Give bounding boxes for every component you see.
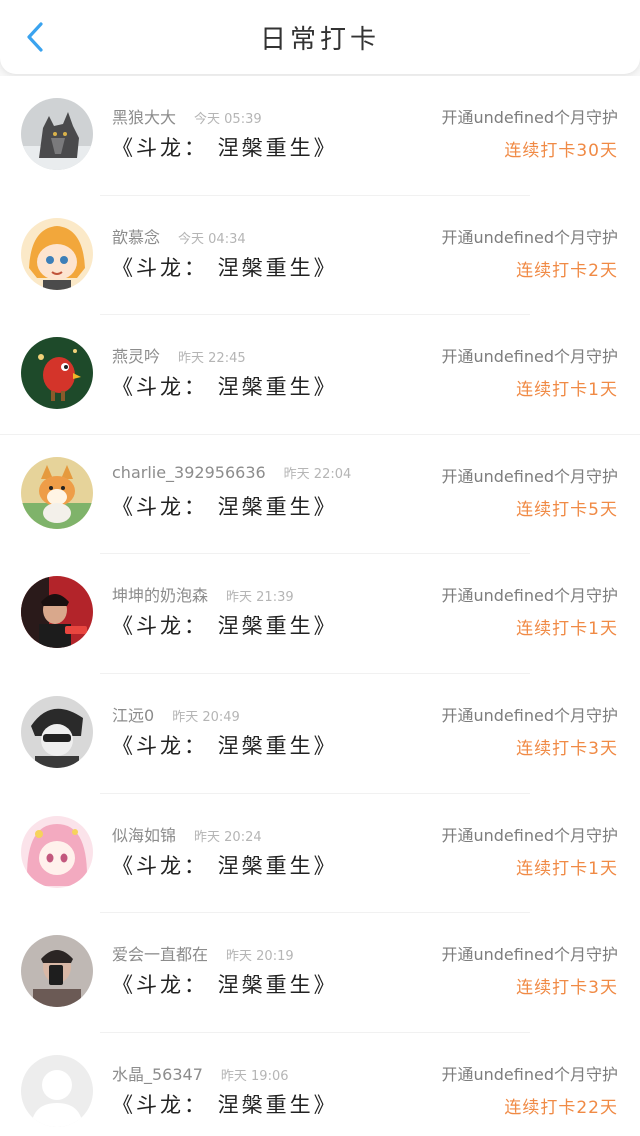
checkin-time: 今天 04:34 <box>178 231 246 247</box>
user-info: 江远0 昨天 20:49 <box>112 702 240 726</box>
checkin-time: 昨天 20:49 <box>172 709 240 725</box>
checkin-time: 昨天 22:04 <box>283 466 352 482</box>
user-info: 坤坤的奶泡森 昨天 21:39 <box>112 582 294 606</box>
streak-count: 连续打卡2天 <box>516 260 618 281</box>
streak-count: 连续打卡1天 <box>516 380 618 401</box>
checkin-time: 昨天 20:19 <box>226 949 294 965</box>
list-item[interactable]: 燕灵吟 昨天 22:45 《斗龙： 涅槃重生》 开通undefined个月守护 连… <box>0 315 640 435</box>
default-user-avatar[interactable] <box>21 1054 93 1127</box>
book-title[interactable]: 《斗龙： 涅槃重生》 <box>112 491 338 521</box>
username[interactable]: 似海如锦 <box>112 826 176 845</box>
user-info: 水晶_56347 昨天 19:06 <box>112 1061 289 1085</box>
book-title[interactable]: 《斗龙： 涅槃重生》 <box>112 252 338 282</box>
username[interactable]: 坤坤的奶泡森 <box>112 586 208 605</box>
checkin-time: 昨天 22:45 <box>178 351 246 367</box>
user-info: 歆慕念 今天 04:34 <box>112 224 246 248</box>
guard-info: 开通undefined个月守护 <box>441 227 618 247</box>
streak-count: 连续打卡3天 <box>516 738 618 759</box>
list-item[interactable]: 江远0 昨天 20:49 《斗龙： 涅槃重生》 开通undefined个月守护 连… <box>0 673 640 794</box>
red-poster-avatar[interactable] <box>21 576 93 649</box>
list-item[interactable]: 歆慕念 今天 04:34 《斗龙： 涅槃重生》 开通undefined个月守护 连… <box>0 195 640 316</box>
book-title[interactable]: 《斗龙： 涅槃重生》 <box>112 1089 338 1119</box>
guard-info: 开通undefined个月守护 <box>441 945 618 965</box>
username[interactable]: 黑狼大大 <box>112 108 176 127</box>
corgi-avatar[interactable] <box>21 456 93 529</box>
username[interactable]: charlie_392956636 <box>112 463 266 482</box>
checkin-time: 昨天 20:24 <box>194 829 262 845</box>
guard-info: 开通undefined个月守护 <box>441 1064 618 1084</box>
streak-count: 连续打卡1天 <box>516 619 618 640</box>
checkin-time: 昨天 21:39 <box>226 590 294 606</box>
book-title[interactable]: 《斗龙： 涅槃重生》 <box>112 969 338 999</box>
username[interactable]: 燕灵吟 <box>112 347 160 366</box>
book-title[interactable]: 《斗龙： 涅槃重生》 <box>112 850 338 880</box>
list-item[interactable]: charlie_392956636 昨天 22:04 《斗龙： 涅槃重生》 开通u… <box>0 434 640 555</box>
page-title: 日常打卡 <box>259 24 380 55</box>
guard-info: 开通undefined个月守护 <box>441 347 618 367</box>
streak-count: 连续打卡30天 <box>504 141 618 161</box>
user-info: charlie_392956636 昨天 22:04 <box>112 463 351 482</box>
book-title[interactable]: 《斗龙： 涅槃重生》 <box>112 610 338 640</box>
guard-info: 开通undefined个月守护 <box>441 705 618 725</box>
streak-count: 连续打卡5天 <box>516 499 618 520</box>
bird-avatar[interactable] <box>21 337 93 410</box>
user-info: 爱会一直都在 昨天 20:19 <box>112 941 294 965</box>
checkin-time: 昨天 19:06 <box>220 1068 289 1084</box>
username[interactable]: 爱会一直都在 <box>112 945 208 964</box>
list-item[interactable]: 坤坤的奶泡森 昨天 21:39 《斗龙： 涅槃重生》 开通undefined个月守… <box>0 554 640 674</box>
top-bar: 日常打卡 <box>0 0 640 74</box>
list-item[interactable]: 黑狼大大 今天 05:39 《斗龙： 涅槃重生》 开通undefined个月守护 … <box>0 76 640 196</box>
checkin-time: 今天 05:39 <box>194 112 262 127</box>
book-title[interactable]: 《斗龙： 涅槃重生》 <box>112 730 338 760</box>
streak-count: 连续打卡22天 <box>504 1097 618 1118</box>
list-item[interactable]: 似海如锦 昨天 20:24 《斗龙： 涅槃重生》 开通undefined个月守护 … <box>0 793 640 914</box>
back-button[interactable] <box>18 20 52 54</box>
monochrome-avatar[interactable] <box>21 695 93 768</box>
pink-anime-avatar[interactable] <box>21 815 93 888</box>
streak-count: 连续打卡1天 <box>516 858 618 879</box>
guard-info: 开通undefined个月守护 <box>441 825 618 845</box>
user-info: 似海如锦 昨天 20:24 <box>112 822 262 846</box>
user-info: 燕灵吟 昨天 22:45 <box>112 343 246 367</box>
selfie-avatar[interactable] <box>21 935 93 1008</box>
username[interactable]: 江远0 <box>112 706 154 725</box>
list-item[interactable]: 爱会一直都在 昨天 20:19 《斗龙： 涅槃重生》 开通undefined个月守… <box>0 913 640 1033</box>
streak-count: 连续打卡3天 <box>516 978 618 999</box>
checkin-page: 日常打卡 黑狼大大 今天 05:39 《斗龙： 涅槃重生》 开通undefined… <box>0 0 640 1136</box>
chevron-left-icon <box>27 22 43 52</box>
username[interactable]: 歆慕念 <box>112 228 160 247</box>
book-title[interactable]: 《斗龙： 涅槃重生》 <box>112 371 338 401</box>
anime-girl-avatar[interactable] <box>21 217 93 290</box>
checkin-list: 黑狼大大 今天 05:39 《斗龙： 涅槃重生》 开通undefined个月守护 … <box>0 76 640 1136</box>
list-item[interactable]: 水晶_56347 昨天 19:06 《斗龙： 涅槃重生》 开通undefined个… <box>0 1032 640 1136</box>
guard-info: 开通undefined个月守护 <box>441 586 618 606</box>
user-info: 黑狼大大 今天 05:39 <box>112 104 262 128</box>
guard-info: 开通undefined个月守护 <box>441 108 618 127</box>
username[interactable]: 水晶_56347 <box>112 1065 203 1084</box>
guard-info: 开通undefined个月守护 <box>441 466 618 486</box>
book-title[interactable]: 《斗龙： 涅槃重生》 <box>112 132 338 162</box>
wolf-avatar[interactable] <box>21 98 93 170</box>
